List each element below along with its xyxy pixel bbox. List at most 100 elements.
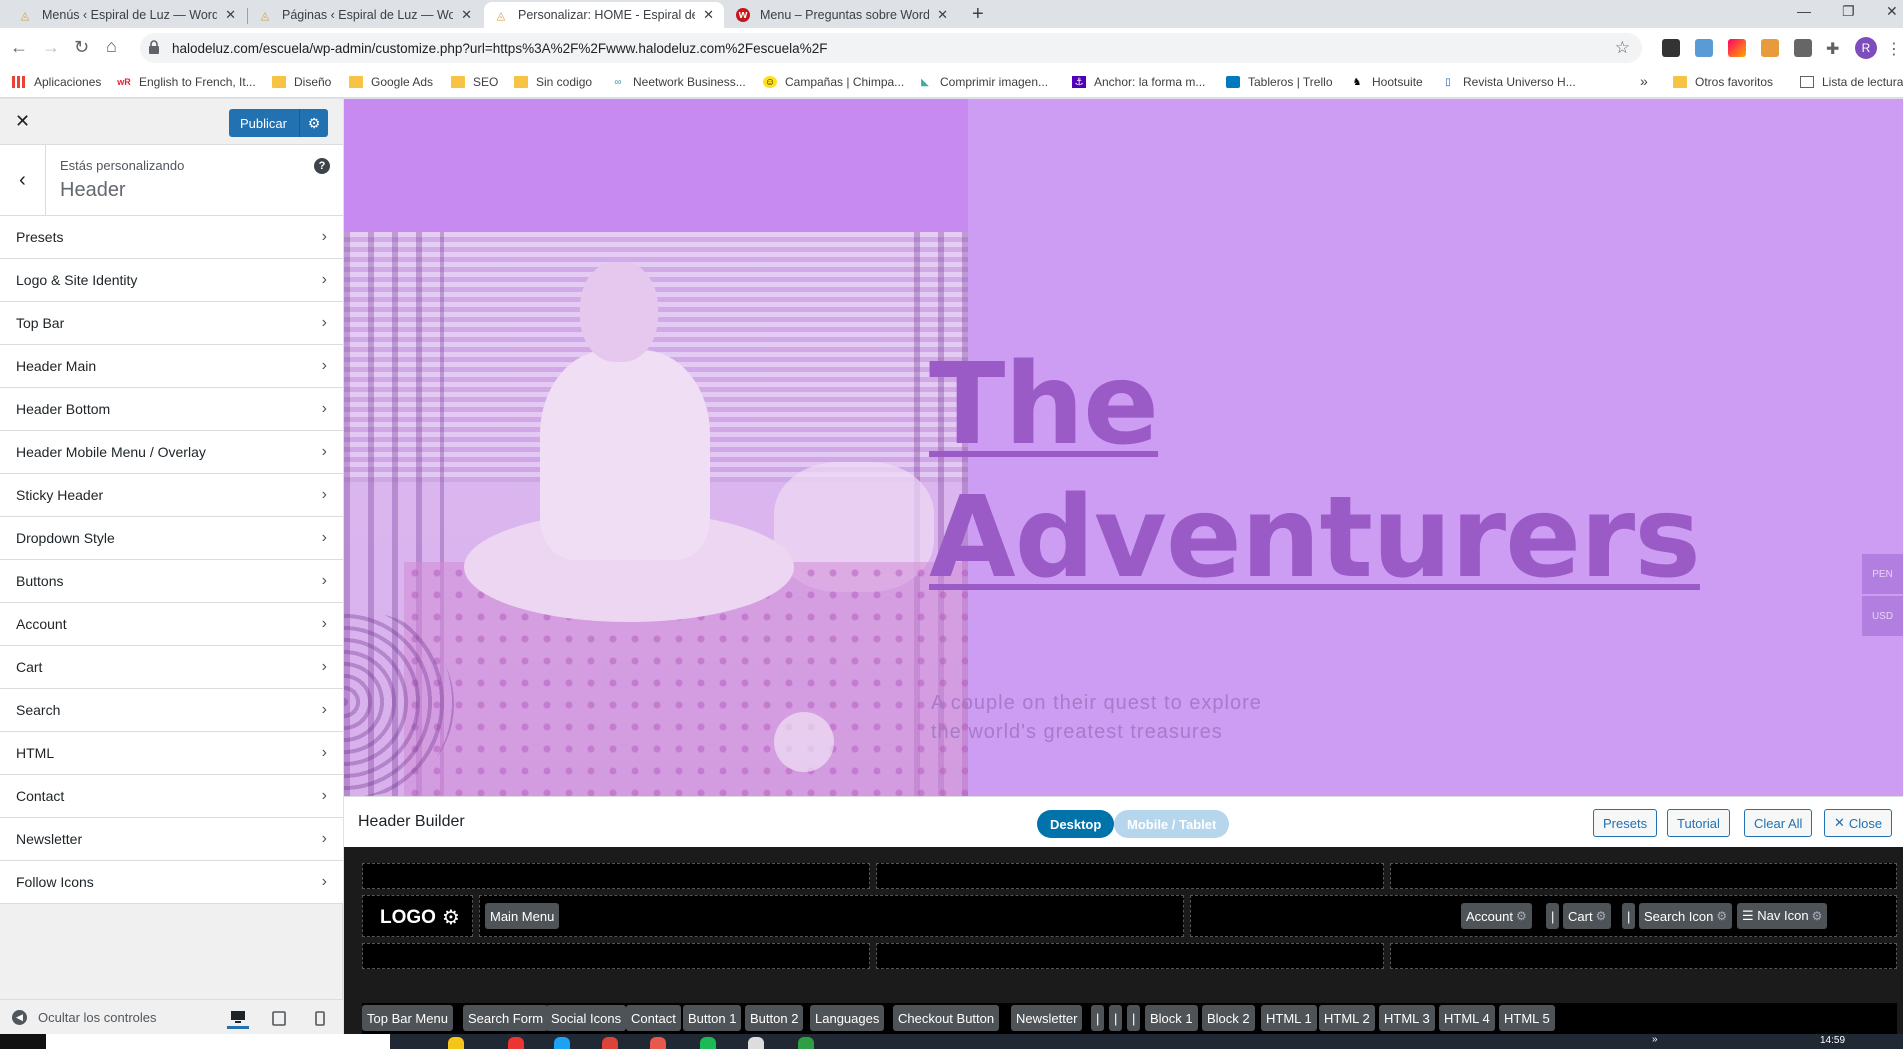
builder-slot-bottom-left[interactable] (362, 943, 870, 969)
clear-all-button[interactable]: Clear All (1744, 809, 1813, 837)
reload-icon[interactable]: ↻ (74, 37, 89, 58)
available-element-block-1[interactable]: Block 1 (1145, 1005, 1198, 1031)
builder-slot-top-center[interactable] (876, 863, 1384, 889)
builder-slot-top-left[interactable] (362, 863, 870, 889)
hero-title[interactable]: The Adventurers (929, 339, 1701, 605)
builder-slot-bottom-center[interactable] (876, 943, 1384, 969)
taskbar-app-icon[interactable] (554, 1037, 570, 1049)
available-element-html-1[interactable]: HTML 1 (1261, 1005, 1317, 1031)
bookmark-revista[interactable]: ▯ Revista Universo H... (1441, 75, 1575, 89)
search-icon-element[interactable]: Search Icon ⚙ (1639, 903, 1733, 929)
panel-item-contact[interactable]: Contact › (0, 775, 343, 818)
extension-dropper-icon[interactable] (1794, 39, 1812, 57)
preview-tablet-icon[interactable] (268, 1007, 290, 1029)
bookmark-wordreference[interactable]: wR English to French, It... (117, 75, 255, 89)
bookmark-apps[interactable]: Aplicaciones (12, 75, 101, 89)
available-element-html-5[interactable]: HTML 5 (1499, 1005, 1555, 1031)
close-tab-icon[interactable]: ✕ (703, 7, 714, 23)
builder-slot-main-right[interactable]: Account ⚙ | Cart ⚙ | Search Icon ⚙ ☰ Nav Ic… (1190, 895, 1897, 937)
available-element-contact[interactable]: Contact (626, 1005, 681, 1031)
help-icon[interactable]: ? (314, 158, 330, 174)
panel-item-cart[interactable]: Cart › (0, 646, 343, 689)
preview-desktop-icon[interactable] (227, 1007, 249, 1029)
gear-icon[interactable]: ⚙ (1516, 909, 1527, 923)
bookmark-otros-favoritos[interactable]: Otros favoritos (1673, 75, 1773, 89)
bookmark-neetwork[interactable]: ∞ Neetwork Business... (611, 75, 745, 89)
builder-slot-main-logo[interactable]: LOGO ⚙ (362, 895, 473, 937)
builder-slot-bottom-right[interactable] (1390, 943, 1897, 969)
panel-item-buttons[interactable]: Buttons › (0, 560, 343, 603)
available-element-newsletter[interactable]: Newsletter (1011, 1005, 1083, 1031)
close-builder-button[interactable]: ✕ Close (1824, 809, 1893, 837)
mobile-tablet-toggle-button[interactable]: Mobile / Tablet (1114, 810, 1230, 838)
taskbar-app-icon[interactable] (798, 1037, 814, 1049)
back-chevron-icon[interactable]: ‹ (0, 145, 46, 216)
browser-tab-paginas[interactable]: ◬ Páginas ‹ Espiral de Luz — WordPress ✕ (248, 2, 482, 28)
hide-controls-icon[interactable]: ◀ (12, 1010, 27, 1025)
taskbar-spotify-icon[interactable] (700, 1037, 716, 1049)
bookmark-trello[interactable]: Tableros | Trello (1226, 75, 1333, 89)
bookmark-seo[interactable]: SEO (451, 75, 498, 89)
available-element-top-bar-menu[interactable]: Top Bar Menu (362, 1005, 453, 1031)
extensions-puzzle-icon[interactable]: ✚ (1826, 39, 1844, 58)
browser-menu-icon[interactable]: ⋮ (1886, 39, 1903, 58)
bookmark-mailchimp[interactable]: ☺ Campañas | Chimpa... (763, 75, 904, 89)
extension-blue-icon[interactable] (1695, 39, 1713, 57)
available-element-button-1[interactable]: Button 1 (683, 1005, 742, 1031)
browser-tab-personalizar[interactable]: ◬ Personalizar: HOME - Espiral de Luz ✕ (484, 2, 724, 28)
bookmark-star-icon[interactable]: ☆ (1615, 38, 1630, 58)
close-tab-icon[interactable]: ✕ (225, 7, 236, 23)
panel-item-html[interactable]: HTML › (0, 732, 343, 775)
hide-controls-label[interactable]: Ocultar los controles (38, 1010, 157, 1025)
account-element[interactable]: Account ⚙ (1461, 903, 1532, 929)
extension-flow-icon[interactable] (1662, 39, 1680, 57)
logo-element[interactable]: LOGO ⚙ (380, 905, 460, 930)
currency-pen-button[interactable]: PEN (1862, 554, 1903, 594)
home-icon[interactable]: ⌂ (106, 36, 117, 57)
panel-item-search[interactable]: Search › (0, 689, 343, 732)
profile-avatar[interactable]: R (1855, 37, 1877, 59)
taskbar-chrome-icon[interactable] (602, 1037, 618, 1049)
panel-item-newsletter[interactable]: Newsletter › (0, 818, 343, 861)
start-button[interactable] (0, 1034, 46, 1049)
builder-slot-top-right[interactable] (1390, 863, 1897, 889)
panel-item-header-mobile-menu-overlay[interactable]: Header Mobile Menu / Overlay › (0, 431, 343, 474)
new-tab-button[interactable]: + (972, 3, 984, 26)
close-tab-icon[interactable]: ✕ (937, 7, 948, 23)
panel-item-presets[interactable]: Presets › (0, 216, 343, 259)
panel-item-follow-icons[interactable]: Follow Icons › (0, 861, 343, 904)
bookmark-comprimir[interactable]: ◣ Comprimir imagen... (918, 75, 1048, 89)
address-bar[interactable]: halodeluz.com/escuela/wp-admin/customize… (140, 33, 1642, 63)
close-window-icon[interactable]: ✕ (1886, 3, 1898, 20)
tutorial-button[interactable]: Tutorial (1667, 809, 1730, 837)
taskbar-overflow-icon[interactable]: » (1652, 1034, 1658, 1045)
bookmark-diseno[interactable]: Diseño (272, 75, 331, 89)
panel-item-logo-site-identity[interactable]: Logo & Site Identity › (0, 259, 343, 302)
available-element-html-3[interactable]: HTML 3 (1379, 1005, 1435, 1031)
main-menu-element[interactable]: Main Menu (485, 903, 560, 929)
preview-mobile-icon[interactable] (309, 1007, 331, 1029)
available-element-social-icons[interactable]: Social Icons (546, 1005, 627, 1031)
presets-button[interactable]: Presets (1593, 809, 1658, 837)
taskbar-search-box[interactable] (46, 1034, 390, 1049)
back-arrow-icon[interactable]: ← (10, 37, 28, 58)
reading-list-button[interactable]: Lista de lectura (1800, 75, 1903, 89)
divider-element[interactable]: | (1546, 903, 1560, 929)
close-customizer-icon[interactable]: ✕ (15, 111, 30, 132)
publish-settings-gear-icon[interactable]: ⚙ (300, 115, 328, 132)
available-element-divider[interactable]: | (1109, 1005, 1123, 1031)
panel-item-account[interactable]: Account › (0, 603, 343, 646)
available-element-divider[interactable]: | (1127, 1005, 1141, 1031)
taskbar-app-icon[interactable] (508, 1037, 524, 1049)
browser-tab-menus[interactable]: ◬ Menús ‹ Espiral de Luz — WordPress ✕ (8, 2, 246, 28)
extension-pen-icon[interactable] (1761, 39, 1779, 57)
divider-element[interactable]: | (1622, 903, 1636, 929)
gear-icon[interactable]: ⚙ (1596, 909, 1607, 923)
minimize-window-icon[interactable]: — (1797, 3, 1811, 19)
nav-icon-element[interactable]: ☰ Nav Icon ⚙ (1737, 903, 1828, 929)
available-element-divider[interactable]: | (1091, 1005, 1105, 1031)
currency-usd-button[interactable]: USD (1862, 596, 1903, 636)
desktop-toggle-button[interactable]: Desktop (1037, 810, 1115, 838)
available-element-html-2[interactable]: HTML 2 (1319, 1005, 1375, 1031)
available-element-html-4[interactable]: HTML 4 (1439, 1005, 1495, 1031)
